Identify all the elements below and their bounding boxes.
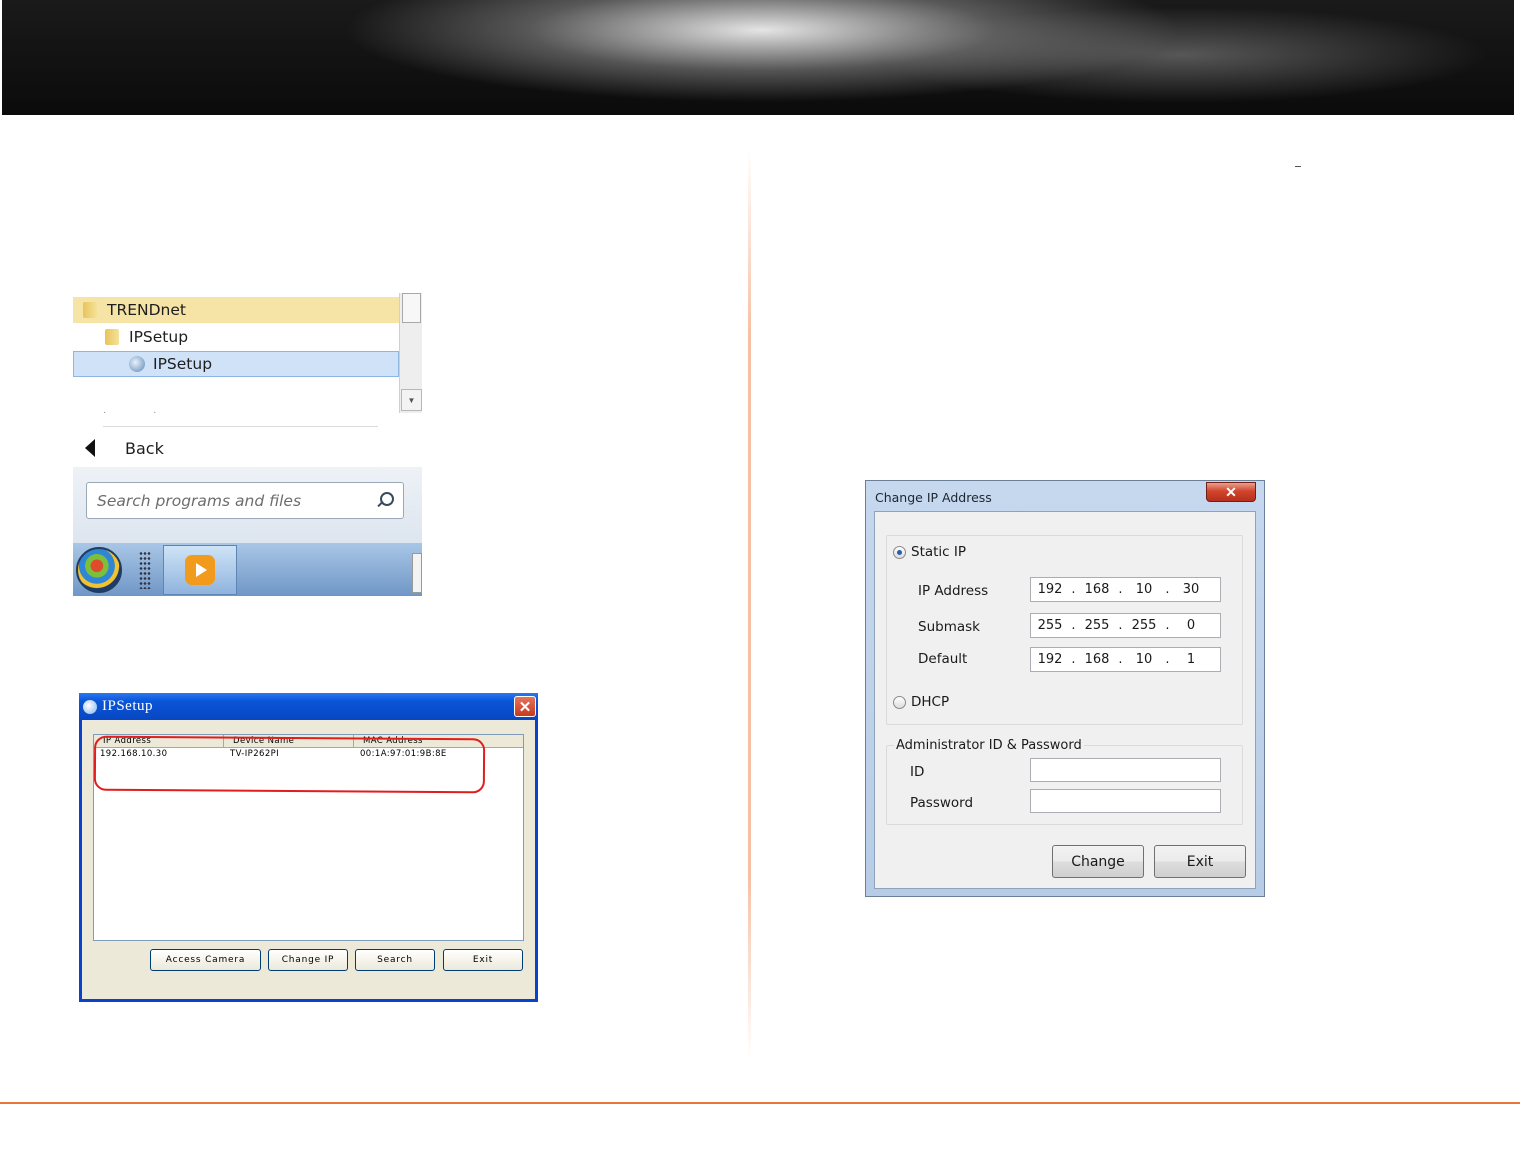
password-label: Password (910, 795, 974, 811)
scrollbar[interactable]: ▼ (399, 293, 422, 413)
window-titlebar[interactable]: IPSetup ✕ (79, 693, 538, 720)
default-gateway-field[interactable]: 192. 168. 10. 1 (1030, 647, 1221, 672)
search-icon[interactable] (375, 491, 394, 510)
menu-item-ipsetup-program[interactable]: IPSetup (73, 351, 399, 377)
taskbar-grip (139, 551, 151, 589)
octet[interactable]: 1 (1172, 652, 1210, 667)
credentials-group (886, 745, 1243, 825)
start-button-icon[interactable] (76, 547, 122, 593)
credentials-group-title: Administrator ID & Password (894, 738, 1084, 753)
octet-dot: . (1165, 652, 1170, 667)
menu-item-label: IPSetup (129, 328, 189, 346)
octet-dot: . (1071, 652, 1076, 667)
media-player-icon (185, 555, 215, 585)
octet-dot: . (1118, 618, 1123, 633)
exit-button[interactable]: Exit (1154, 845, 1246, 878)
ip-address-label: IP Address (918, 583, 989, 599)
id-label: ID (910, 764, 925, 780)
column-divider (748, 150, 751, 1060)
octet[interactable]: 0 (1172, 618, 1210, 633)
octet-dot: . (1165, 618, 1170, 633)
scroll-down-arrow-icon[interactable]: ▼ (401, 389, 422, 411)
header-banner (2, 0, 1514, 115)
menu-item-label: TRENDnet (107, 301, 186, 319)
ipsetup-app-icon (129, 356, 145, 372)
change-ip-button[interactable]: Change IP (268, 949, 348, 971)
ip-address-field[interactable]: 192. 168. 10. 30 (1030, 577, 1221, 602)
id-field[interactable] (1030, 758, 1221, 782)
octet-dot: . (1118, 582, 1123, 597)
default-gateway-label: Default (918, 651, 968, 667)
search-button[interactable]: Search (355, 949, 435, 971)
exit-button[interactable]: Exit (443, 949, 523, 971)
dhcp-label: DHCP (911, 694, 950, 710)
submask-label: Submask (918, 619, 980, 635)
menu-item-label: IPSetup (153, 355, 213, 373)
taskbar (73, 543, 422, 596)
access-camera-button[interactable]: Access Camera (150, 949, 261, 971)
start-menu-screenshot: TRENDnet IPSetup IPSetup · · ▼ Back (73, 293, 422, 596)
dialog-body: Static IP IP Address 192. 168. 10. 30 Su… (874, 511, 1256, 889)
search-input[interactable] (97, 491, 375, 510)
dhcp-radio[interactable]: DHCP (893, 694, 949, 710)
clipped-item: · · (103, 407, 179, 418)
dialog-title: Change IP Address (875, 490, 992, 505)
submask-field[interactable]: 255. 255. 255. 0 (1030, 613, 1221, 638)
back-button[interactable]: Back (73, 431, 422, 465)
taskbar-item-partial[interactable] (412, 553, 422, 593)
octet[interactable]: 168 (1078, 652, 1116, 667)
menu-separator (103, 426, 378, 427)
folder-icon (83, 302, 97, 318)
octet[interactable]: 10 (1125, 652, 1163, 667)
search-box[interactable] (86, 482, 404, 519)
program-list: TRENDnet IPSetup IPSetup · · (73, 293, 399, 418)
octet[interactable]: 255 (1125, 618, 1163, 633)
close-icon[interactable]: ✕ (1206, 482, 1256, 502)
close-icon[interactable]: ✕ (514, 696, 536, 717)
octet-dot: . (1071, 582, 1076, 597)
back-arrow-icon (85, 439, 95, 457)
octet[interactable]: 255 (1031, 618, 1069, 633)
octet[interactable]: 255 (1078, 618, 1116, 633)
window-title: IPSetup (102, 698, 154, 714)
highlight-annotation (93, 735, 486, 794)
static-ip-label: Static IP (911, 544, 967, 560)
search-bar-area (73, 467, 422, 543)
octet-dot: . (1071, 618, 1076, 633)
footer-rule (0, 1102, 1520, 1104)
ipsetup-app-icon (83, 699, 97, 714)
change-button[interactable]: Change (1052, 845, 1144, 878)
back-label: Back (125, 438, 164, 458)
octet[interactable]: 168 (1078, 582, 1116, 597)
menu-item-ipsetup-folder[interactable]: IPSetup (73, 324, 399, 350)
octet[interactable]: 10 (1125, 582, 1163, 597)
static-ip-radio[interactable]: Static IP (893, 544, 966, 560)
radio-unselected-icon[interactable] (893, 695, 906, 709)
octet-dot: . (1118, 652, 1123, 667)
password-field[interactable] (1030, 789, 1221, 813)
scrollbar-thumb[interactable] (402, 293, 421, 323)
octet[interactable]: 192 (1031, 652, 1069, 667)
change-ip-dialog: Change IP Address ✕ Static IP IP Address… (865, 480, 1265, 897)
octet[interactable]: 30 (1172, 582, 1210, 597)
menu-item-trendnet-folder[interactable]: TRENDnet (73, 297, 399, 323)
ipsetup-window: IPSetup ✕ IP Address Device Name MAC Add… (79, 693, 538, 1002)
octet-dot: . (1165, 582, 1170, 597)
octet[interactable]: 192 (1031, 582, 1069, 597)
folder-icon (105, 329, 119, 345)
taskbar-app-button[interactable] (163, 545, 237, 595)
page-mark (1295, 166, 1301, 167)
radio-selected-icon[interactable] (893, 545, 906, 559)
